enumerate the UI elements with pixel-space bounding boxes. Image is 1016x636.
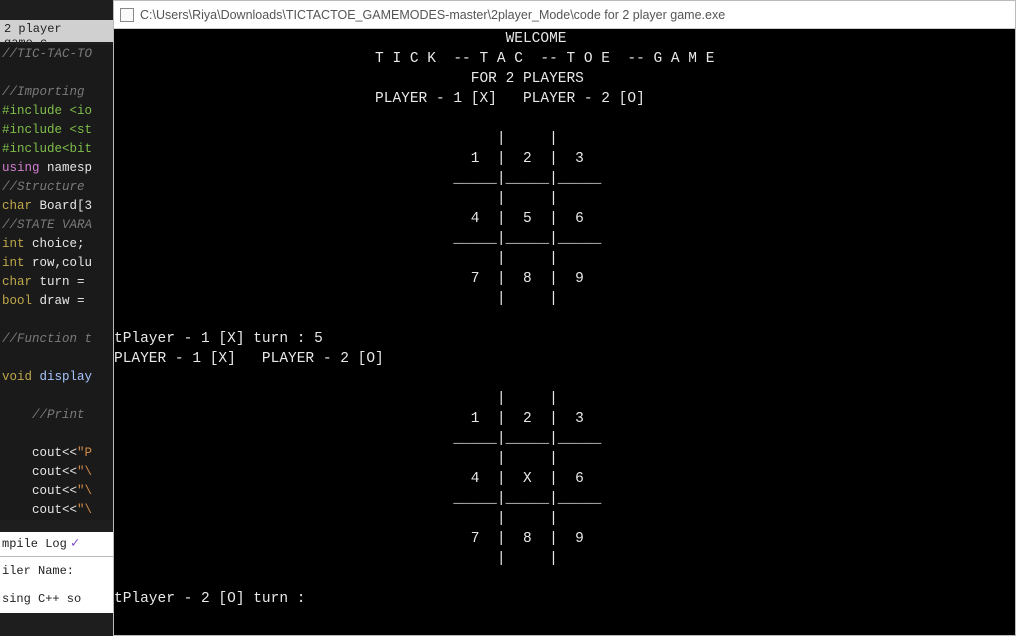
term-line: T I C K -- T A C -- T O E -- G A M E: [375, 51, 714, 67]
log-tab-strip[interactable]: mpile Log ✓: [0, 532, 115, 557]
compiler-line: sing C++ so: [0, 585, 115, 613]
board-line: | |: [453, 551, 601, 567]
prompt-line: tPlayer - 1 [X] turn : 5: [114, 331, 323, 347]
code-line: //STATE VARA: [2, 218, 92, 232]
term-line: PLAYER - 1 [X] PLAYER - 2 [O]: [375, 91, 645, 107]
board-line: 1 | 2 | 3: [453, 151, 601, 167]
board-line: _____|_____|_____: [453, 231, 601, 247]
board-line: | |: [453, 191, 601, 207]
console-title-bar[interactable]: C:\Users\Riya\Downloads\TICTACTOE_GAMEMO…: [114, 1, 1015, 29]
code-line: cout<<"\: [2, 484, 92, 498]
board-line: | |: [453, 511, 601, 527]
code-line: void display: [2, 370, 92, 384]
compiler-name-label: iler Name:: [0, 557, 115, 585]
code-line: char Board[3: [2, 199, 92, 213]
code-line: using namesp: [2, 161, 92, 175]
code-line: char turn =: [2, 275, 92, 289]
code-line: bool draw =: [2, 294, 92, 308]
board-line: 4 | 5 | 6: [453, 211, 601, 227]
board-line: _____|_____|_____: [453, 431, 601, 447]
board-line: _____|_____|_____: [453, 171, 601, 187]
board-line: | |: [453, 451, 601, 467]
term-line: WELCOME: [506, 31, 567, 47]
code-line: int row,colu: [2, 256, 92, 270]
code-line: cout<<"\: [2, 465, 92, 479]
code-line: cout<<"\: [2, 503, 92, 517]
code-line: //TIC-TAC-TO: [2, 47, 92, 61]
code-line: //Function t: [2, 332, 92, 346]
code-line: #include<bit: [2, 142, 92, 156]
code-line: #include <st: [2, 123, 92, 137]
console-window[interactable]: C:\Users\Riya\Downloads\TICTACTOE_GAMEMO…: [113, 0, 1016, 636]
board-line: 1 | 2 | 3: [453, 411, 601, 427]
code-line: //Importing: [2, 85, 92, 99]
code-editor[interactable]: //TIC-TAC-TO //Importing #include <io #i…: [0, 45, 115, 520]
code-line: //Print: [2, 408, 92, 422]
board-line: | |: [453, 131, 601, 147]
board-line: | |: [453, 291, 601, 307]
code-line: #include <io: [2, 104, 92, 118]
code-line: cout<<"P: [2, 446, 92, 460]
editor-tab[interactable]: 2 player game.c: [0, 20, 115, 42]
check-icon: ✓: [71, 534, 79, 554]
board-line: | |: [453, 251, 601, 267]
console-title-path: C:\Users\Riya\Downloads\TICTACTOE_GAMEMO…: [140, 8, 725, 22]
term-line: FOR 2 PLAYERS: [471, 71, 584, 87]
board-line: 7 | 8 | 9: [453, 271, 601, 287]
board-line: _____|_____|_____: [453, 491, 601, 507]
board-line: | |: [453, 391, 601, 407]
code-line: int choice;: [2, 237, 85, 251]
prompt-line: tPlayer - 2 [O] turn :: [114, 591, 305, 607]
code-line: //Structure: [2, 180, 92, 194]
term-line: PLAYER - 1 [X] PLAYER - 2 [O]: [114, 351, 384, 367]
compile-log-tab[interactable]: mpile Log: [2, 534, 67, 554]
board-line: 4 | X | 6: [453, 471, 601, 487]
app-icon: [120, 8, 134, 22]
compiler-log-panel: mpile Log ✓ iler Name: sing C++ so: [0, 532, 115, 613]
terminal-output[interactable]: WELCOME T I C K -- T A C -- T O E -- G A…: [114, 29, 1015, 635]
board-line: 7 | 8 | 9: [453, 531, 601, 547]
